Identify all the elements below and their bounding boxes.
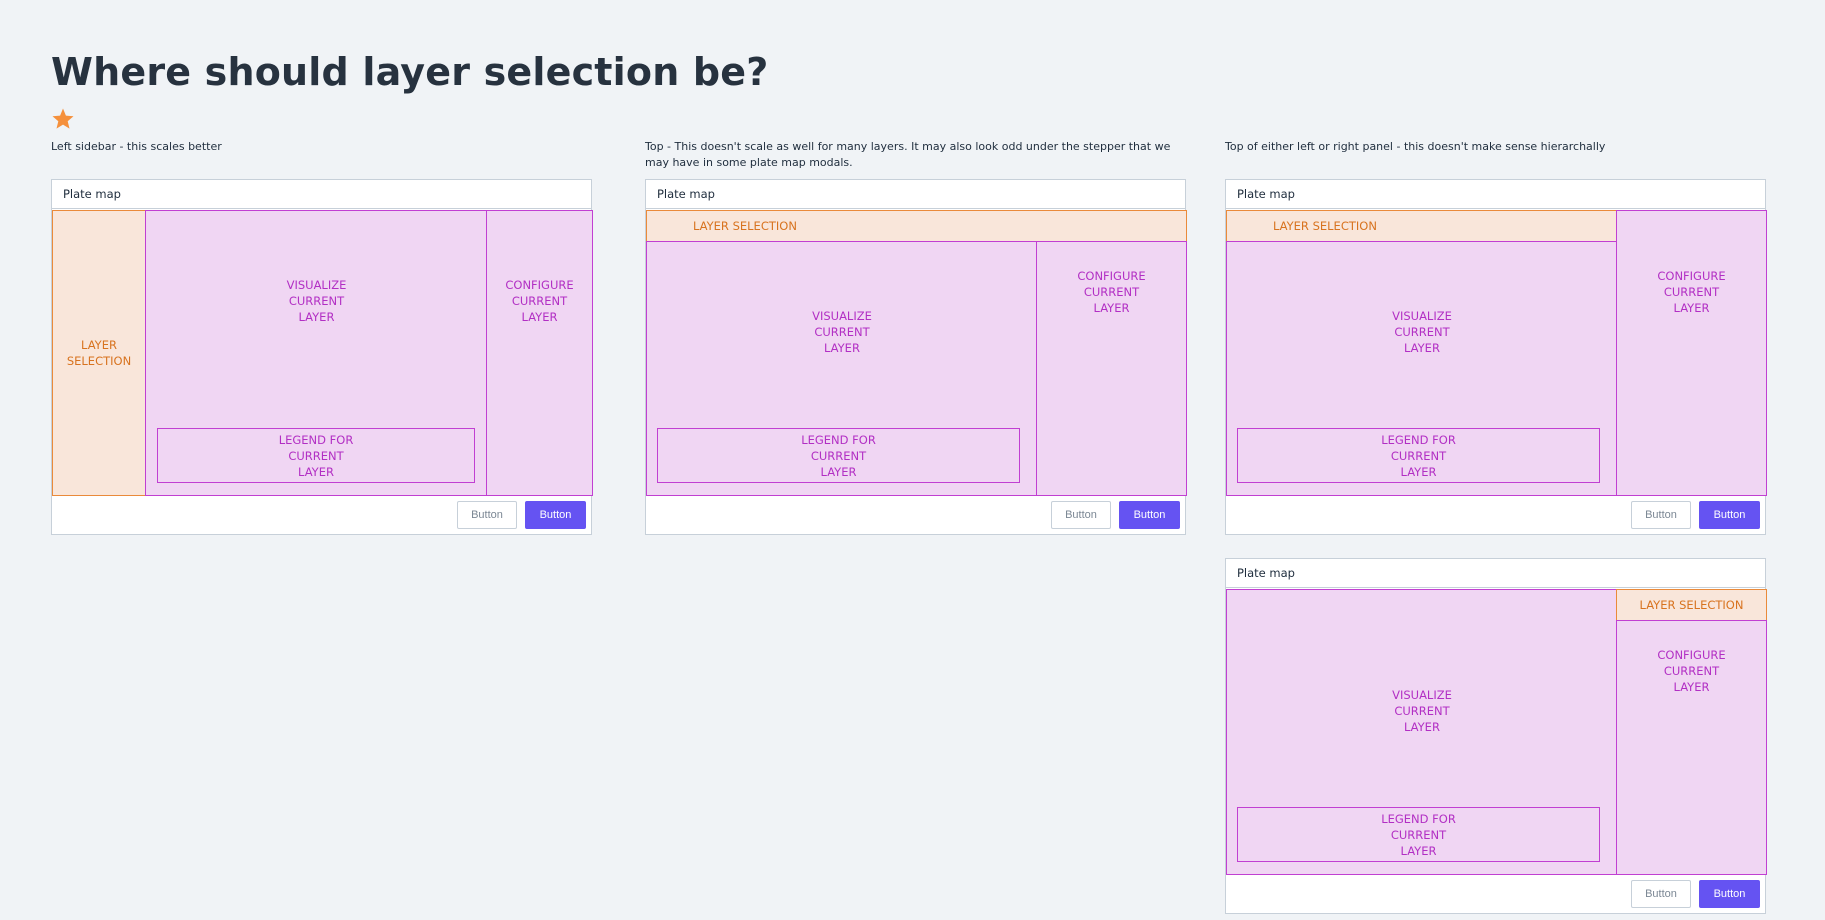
- legend-box: LEGEND FOR CURRENT LAYER: [157, 428, 475, 483]
- caption-left-sidebar: Left sidebar - this scales better: [51, 140, 222, 153]
- caption-top-of-panel: Top of either left or right panel - this…: [1225, 140, 1606, 153]
- mockup-top-of-right-panel: Plate map VISUALIZE CURRENT LAYER LEGEND…: [1225, 558, 1767, 914]
- modal-title: Plate map: [1226, 559, 1765, 588]
- legend-box: LEGEND FOR CURRENT LAYER: [657, 428, 1020, 483]
- star-icon[interactable]: [51, 107, 75, 131]
- primary-button[interactable]: Button: [1119, 501, 1180, 529]
- page-title: Where should layer selection be?: [51, 50, 769, 94]
- primary-button[interactable]: Button: [1699, 880, 1760, 908]
- legend-box: LEGEND FOR CURRENT LAYER: [1237, 428, 1600, 483]
- layer-selection-panel: LAYER SELECTION: [1616, 589, 1767, 621]
- secondary-button[interactable]: Button: [1631, 880, 1691, 908]
- secondary-button[interactable]: Button: [1631, 501, 1691, 529]
- layer-selection-panel: LAYER SELECTION: [646, 210, 1187, 242]
- modal-title: Plate map: [52, 180, 591, 209]
- secondary-button[interactable]: Button: [457, 501, 517, 529]
- legend-box: LEGEND FOR CURRENT LAYER: [1237, 807, 1600, 862]
- primary-button[interactable]: Button: [1699, 501, 1760, 529]
- primary-button[interactable]: Button: [525, 501, 586, 529]
- configure-panel: CONFIGURE CURRENT LAYER: [1036, 241, 1187, 496]
- mockup-top: Plate map LAYER SELECTION VISUALIZE CURR…: [645, 179, 1187, 535]
- modal-title: Plate map: [646, 180, 1185, 209]
- layer-selection-panel: LAYER SELECTION: [1226, 210, 1618, 242]
- configure-panel: CONFIGURE CURRENT LAYER: [1616, 620, 1767, 875]
- modal-title: Plate map: [1226, 180, 1765, 209]
- layer-selection-panel: LAYER SELECTION: [52, 210, 146, 496]
- mockup-top-of-left-panel: Plate map LAYER SELECTION VISUALIZE CURR…: [1225, 179, 1767, 535]
- visualize-label: VISUALIZE CURRENT LAYER: [286, 278, 347, 324]
- caption-top: Top - This doesn't scale as well for man…: [645, 140, 1171, 169]
- mockup-left-sidebar: Plate map LAYER SELECTION VISUALIZE CURR…: [51, 179, 593, 535]
- secondary-button[interactable]: Button: [1051, 501, 1111, 529]
- configure-panel: CONFIGURE CURRENT LAYER: [486, 210, 593, 496]
- configure-panel: CONFIGURE CURRENT LAYER: [1616, 210, 1767, 496]
